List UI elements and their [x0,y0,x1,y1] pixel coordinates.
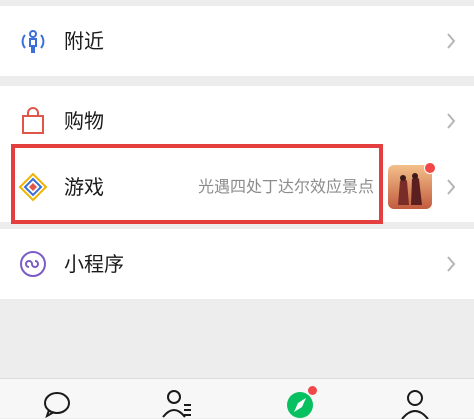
menu-item-label: 附近 [64,29,104,53]
chevron-right-icon [447,179,456,195]
menu-item-mini-programs[interactable]: 小程序 [0,229,474,299]
bottom-tab-bar [0,378,474,419]
chevron-right-icon [447,33,456,49]
chevron-right-icon [447,256,456,272]
menu-item-nearby[interactable]: 附近 [0,6,474,76]
me-person-icon[interactable] [398,387,432,419]
shopping-bag-icon [22,107,44,134]
nearby-person-icon [21,30,45,53]
mini-program-icon [20,251,46,277]
notification-badge [424,162,436,174]
notification-badge [308,386,317,395]
menu-item-label: 小程序 [64,252,124,276]
chevron-right-icon [447,113,456,129]
highlight-box [11,144,383,224]
chat-bubble-icon[interactable] [40,387,74,419]
contacts-icon[interactable] [160,387,194,419]
